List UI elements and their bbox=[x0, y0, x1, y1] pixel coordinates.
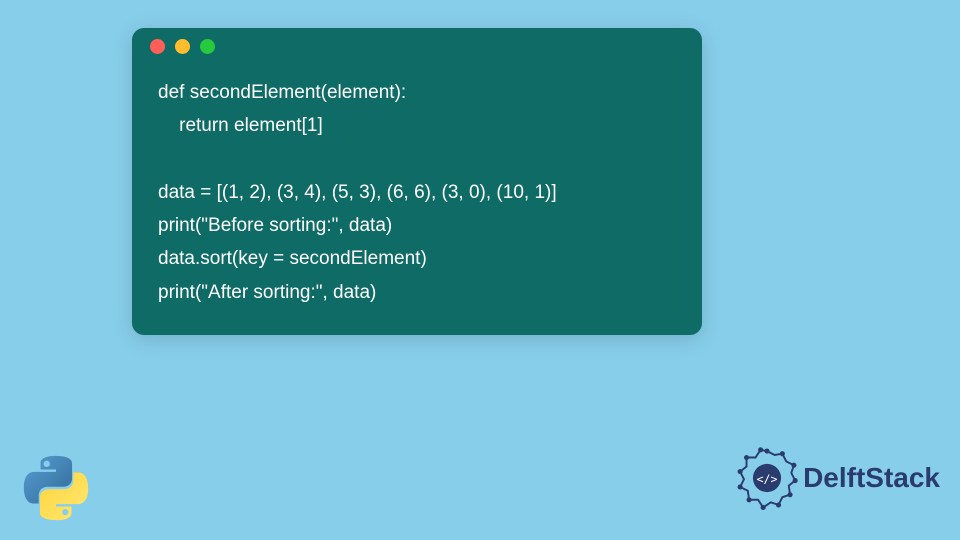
brand-name: DelftStack bbox=[803, 462, 940, 494]
delftstack-logo-icon: </> bbox=[735, 446, 799, 510]
window-title-bar bbox=[132, 28, 702, 64]
maximize-icon bbox=[200, 39, 215, 54]
code-window: def secondElement(element): return eleme… bbox=[132, 28, 702, 335]
python-logo-icon bbox=[22, 454, 90, 522]
close-icon bbox=[150, 39, 165, 54]
brand-container: </> bbox=[735, 446, 940, 510]
minimize-icon bbox=[175, 39, 190, 54]
svg-text:</>: </> bbox=[757, 472, 778, 486]
code-content: def secondElement(element): return eleme… bbox=[132, 64, 702, 335]
